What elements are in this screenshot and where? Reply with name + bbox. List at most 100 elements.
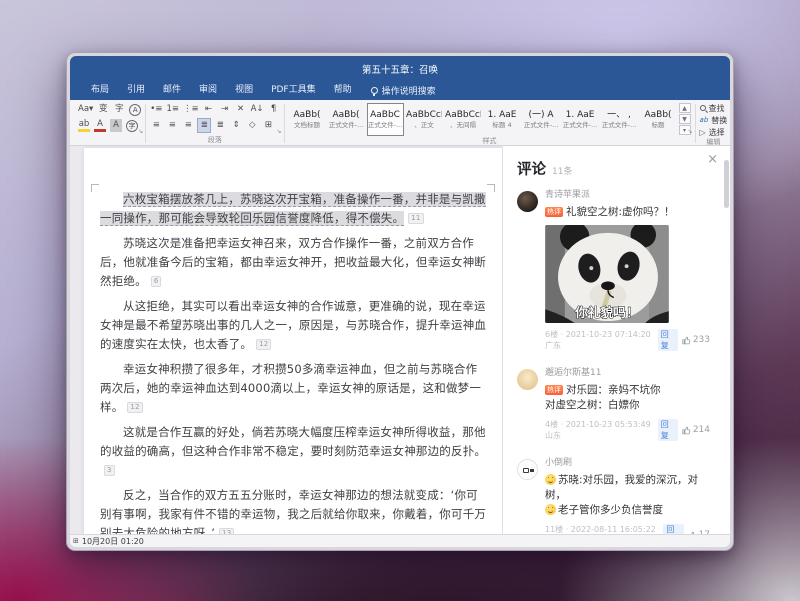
group-separator <box>695 104 696 143</box>
tab-view[interactable]: 视图 <box>226 81 262 100</box>
paragraph-dialog-launcher-icon[interactable]: ↘ <box>277 128 282 135</box>
sort-icon[interactable]: A↓ <box>251 103 264 116</box>
increase-indent-icon[interactable]: ⇥ <box>219 103 231 116</box>
search-icon <box>700 105 706 111</box>
tab-help[interactable]: 帮助 <box>325 81 361 100</box>
styles-dialog-launcher-icon[interactable]: ↘ <box>688 128 693 135</box>
text-highlight-icon[interactable]: ab <box>78 119 90 132</box>
hot-comment-badge: 热评 <box>545 385 563 395</box>
phonetic-guide-icon[interactable]: 变 <box>97 103 109 116</box>
character-shading-icon[interactable]: A <box>110 119 122 132</box>
thumbs-up-icon <box>682 426 691 435</box>
asian-layout-icon[interactable]: ✕ <box>235 103 247 116</box>
line-spacing-icon[interactable]: ⇕ <box>230 119 242 132</box>
gallery-down-icon[interactable]: ▼ <box>679 114 691 124</box>
editing-group: 查找 ab 替换 ▷ 选择 编辑 <box>697 102 730 145</box>
justify-icon[interactable]: ≣ <box>198 119 210 132</box>
style-card[interactable]: 一、 , 正式文件-... <box>601 103 638 136</box>
show-marks-icon[interactable]: ¶ <box>268 103 280 116</box>
comment-meta: 4楼 · 2021-10-23 05:53:49 山东 <box>545 419 654 441</box>
align-right-icon[interactable]: ≡ <box>182 119 194 132</box>
thumbs-up-icon <box>682 336 691 345</box>
scrollbar-thumb[interactable] <box>724 160 729 208</box>
paragraph: 六枚宝箱摆放茶几上，苏晓这次开宝箱，准备操作一番，并非是与凯撒一同操作，那可能会… <box>100 190 487 228</box>
reply-button[interactable]: 回复 <box>658 419 678 441</box>
character-scaling-icon[interactable]: 字 <box>113 103 125 116</box>
style-card[interactable]: 1. AaE 正式文件-... <box>562 103 599 136</box>
change-case-icon[interactable]: Aa▾ <box>78 103 93 116</box>
find-button[interactable]: 查找 <box>700 103 728 113</box>
style-card[interactable]: AaBbCcD: 、无间隔 <box>445 103 482 136</box>
comment-text: 苏晓:对乐园，我爱的深沉，对树， 老子管你多少负信誉度 <box>545 473 710 518</box>
styles-group-label: 样式 <box>289 136 691 146</box>
paragraph-comment-badge[interactable]: 13 <box>219 528 234 534</box>
paragraph-comment-badge[interactable]: 6 <box>151 276 162 287</box>
paragraph-comment-badge[interactable]: 12 <box>256 339 271 350</box>
replace-icon: ab <box>700 116 709 124</box>
reply-button[interactable]: 回复 <box>663 524 683 534</box>
paragraph: 反之，当合作的双方五五分账时，幸运女神那边的想法就变成：‘你可别有事啊，我家有件… <box>100 486 487 534</box>
title-bar: 第五十五章：召唤 <box>70 56 730 81</box>
grin-emoji-icon <box>545 474 556 485</box>
comments-panel: × 评论 11条 青诗苹果派 热评礼貌空之树:虚你吗？！ <box>502 146 730 534</box>
paragraph-comment-badge[interactable]: 11 <box>408 213 423 224</box>
tab-mailings[interactable]: 邮件 <box>154 81 190 100</box>
document-area: 六枚宝箱摆放茶几上，苏晓这次开宝箱，准备操作一番，并非是与凯撒一同操作，那可能会… <box>70 146 502 534</box>
lightbulb-icon <box>371 87 378 94</box>
like-button[interactable]: 214 <box>682 425 710 435</box>
commenter-name[interactable]: 小倒刷 <box>545 457 710 470</box>
distribute-icon[interactable]: ≣ <box>214 119 226 132</box>
tab-pdf-tools[interactable]: PDF工具集 <box>262 81 325 100</box>
gallery-up-icon[interactable]: ▲ <box>679 103 691 113</box>
document-page[interactable]: 六枚宝箱摆放茶几上，苏晓这次开宝箱，准备操作一番，并非是与凯撒一同操作，那可能会… <box>84 148 502 534</box>
style-card[interactable]: AaBb( 标题 <box>640 103 677 136</box>
avatar[interactable] <box>517 369 538 390</box>
enclose-character-icon[interactable]: 字 <box>126 120 138 132</box>
decrease-indent-icon[interactable]: ⇤ <box>203 103 215 116</box>
comment-text: 热评对乐园：亲妈不坑你 对虚空之树：白嫖你 <box>545 383 710 413</box>
bullets-icon[interactable]: •≡ <box>150 103 162 116</box>
avatar[interactable] <box>517 459 538 480</box>
multilevel-list-icon[interactable]: ⋮≡ <box>183 103 199 116</box>
font-color-icon[interactable]: A <box>94 119 106 132</box>
paragraph-comment-badge[interactable]: 3 <box>104 465 115 476</box>
font-group: Aa▾ 变 字 A ab A A 字 ↘ <box>75 102 144 145</box>
like-button[interactable]: 233 <box>682 335 710 345</box>
tab-layout[interactable]: 布局 <box>82 81 118 100</box>
borders-icon[interactable]: ⊞ <box>262 119 274 132</box>
avatar[interactable] <box>517 191 538 212</box>
style-card[interactable]: AaBb( 正式文件-... <box>328 103 365 136</box>
style-card[interactable]: 1. AaE 标题 4 <box>484 103 521 136</box>
comment-text: 热评礼貌空之树:虚你吗？！ <box>545 205 710 220</box>
tab-references[interactable]: 引用 <box>118 81 154 100</box>
select-button[interactable]: ▷ 选择 <box>700 127 728 137</box>
group-separator <box>145 104 146 143</box>
replace-button[interactable]: ab 替换 <box>700 115 728 125</box>
style-card[interactable]: (一) A 正式文件-... <box>523 103 560 136</box>
reply-button[interactable]: 回复 <box>658 329 678 351</box>
commenter-name[interactable]: 邂逅尔斯基11 <box>545 367 710 380</box>
comment-meta: 6楼 · 2021-10-23 07:14:20 广东 <box>545 329 654 351</box>
commenter-name[interactable]: 青诗苹果派 <box>545 189 710 202</box>
align-left-icon[interactable]: ≡ <box>150 119 162 132</box>
style-card[interactable]: AaBb( 文档标题 <box>289 103 326 136</box>
character-border-icon[interactable]: A <box>129 104 141 116</box>
like-button[interactable]: 17 <box>688 530 710 534</box>
font-dialog-launcher-icon[interactable]: ↘ <box>138 128 143 135</box>
ribbon-tabs: 布局 引用 邮件 审阅 视图 PDF工具集 帮助 操作说明搜索 <box>70 81 730 100</box>
tab-review[interactable]: 审阅 <box>190 81 226 100</box>
numbering-icon[interactable]: 1≡ <box>166 103 179 116</box>
style-card-selected[interactable]: AaBbC 正式文件-... <box>367 103 404 136</box>
paragraph-group: •≡ 1≡ ⋮≡ ⇤ ⇥ ✕ A↓ ¶ ≡ ≡ ≡ ≣ ≣ <box>147 102 282 145</box>
comment-image-panda-meme[interactable]: 你礼貌吗！ <box>545 225 669 323</box>
close-icon[interactable]: × <box>707 153 718 166</box>
align-center-icon[interactable]: ≡ <box>166 119 178 132</box>
shading-icon[interactable]: ◇ <box>246 119 258 132</box>
status-bar: ⊞ 10月20日 01:20 <box>70 534 730 547</box>
tell-me-search[interactable]: 操作说明搜索 <box>371 84 436 97</box>
style-card[interactable]: AaBbCcD: 、正文 <box>406 103 443 136</box>
comments-scrollbar[interactable] <box>724 160 729 520</box>
paragraph-comment-badge[interactable]: 12 <box>127 402 142 413</box>
text-boundary-mark <box>487 184 495 192</box>
text-boundary-mark <box>91 184 99 192</box>
